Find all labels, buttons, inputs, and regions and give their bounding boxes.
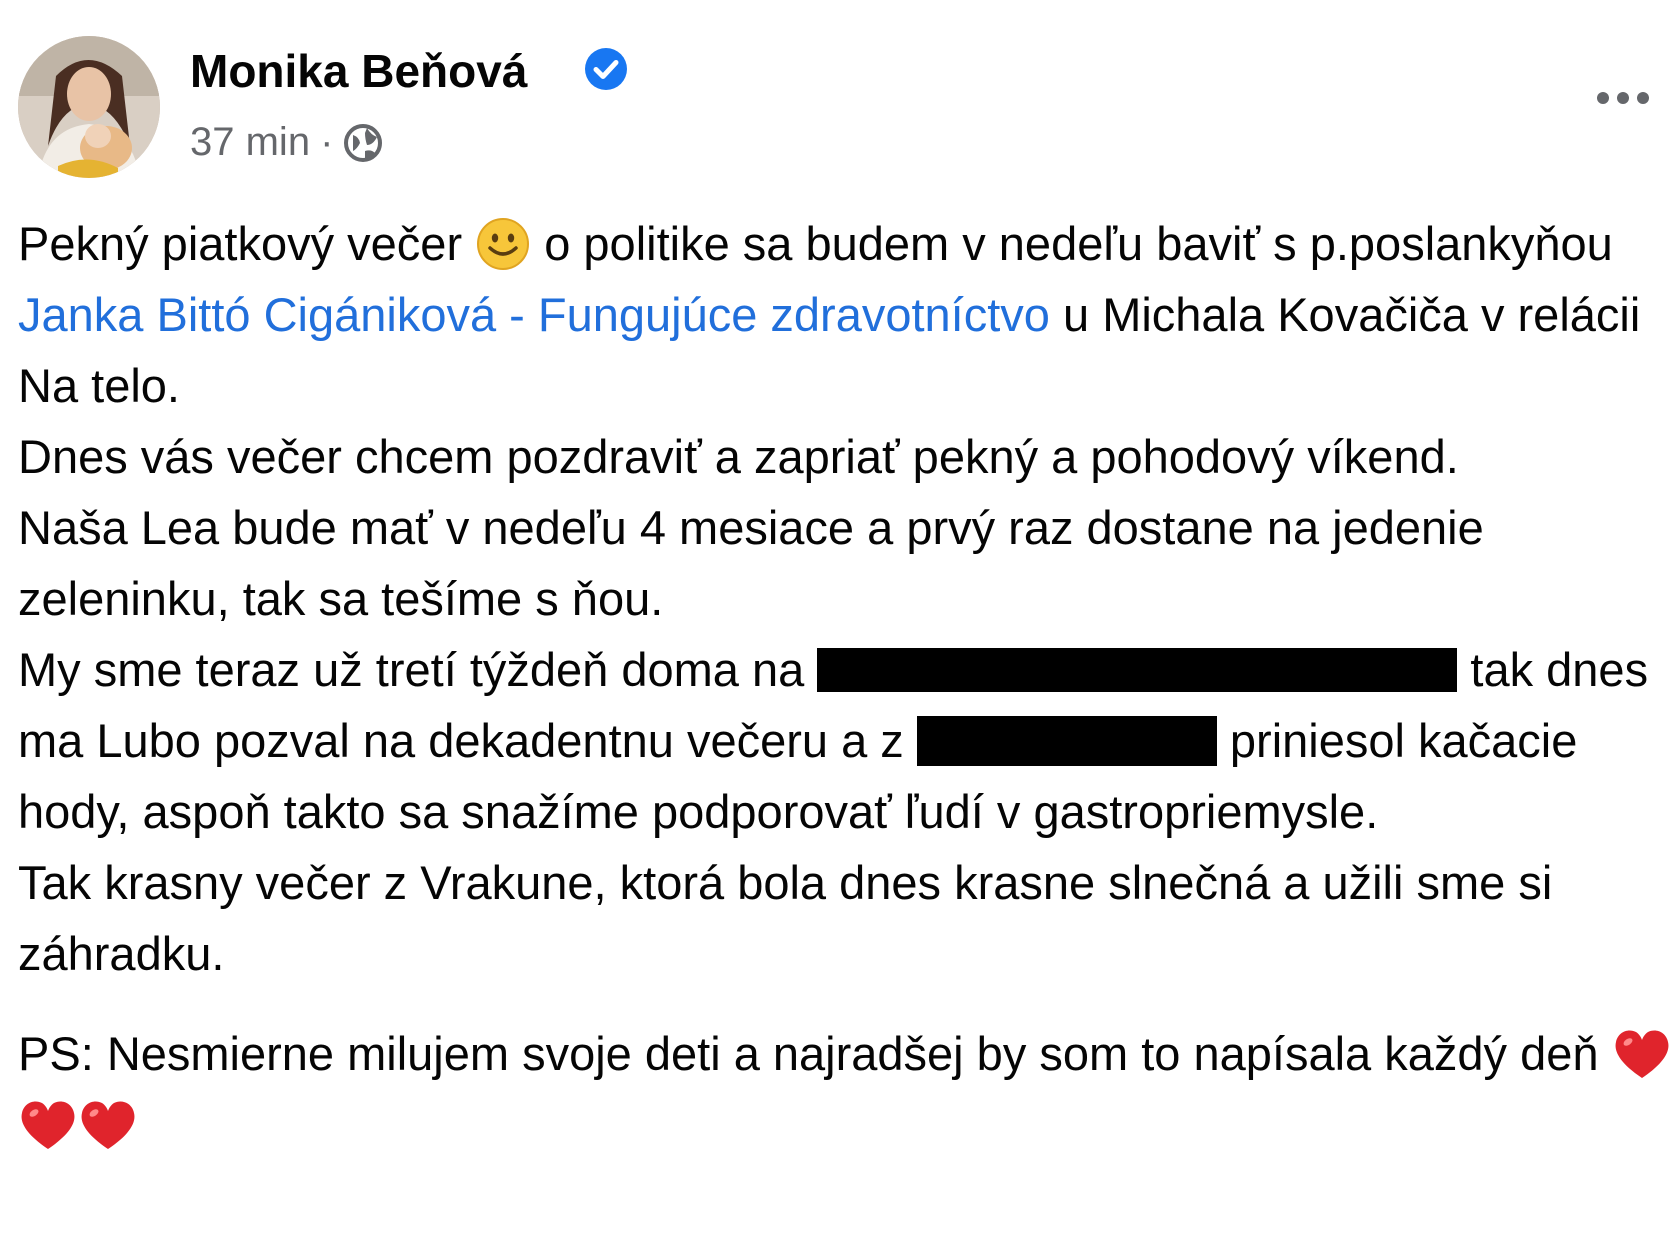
more-dot xyxy=(1637,92,1649,104)
more-dot xyxy=(1597,92,1609,104)
tagged-page-link[interactable]: Janka Bittó Cigániková - Fungujúce zdrav… xyxy=(18,288,1050,341)
verified-badge-icon xyxy=(585,48,627,90)
text-segment: Dnes vás večer chcem pozdraviť a zapriať… xyxy=(18,430,1459,483)
text-segment: PS: Nesmierne milujem svoje deti a najra… xyxy=(18,1027,1599,1080)
author-name[interactable]: Monika Beňová xyxy=(190,44,527,98)
red-heart-emoji xyxy=(81,1101,135,1149)
red-heart-emoji xyxy=(1615,1030,1669,1078)
post-body: Pekný piatkový večer o politike sa budem… xyxy=(18,208,1678,1160)
text-segment: Pekný piatkový večer xyxy=(18,217,463,270)
more-dot xyxy=(1617,92,1629,104)
globe-icon[interactable] xyxy=(343,123,383,163)
redaction-bar xyxy=(817,647,1458,692)
red-heart-emoji xyxy=(21,1101,75,1149)
more-options-icon[interactable] xyxy=(1588,76,1658,120)
meta-separator: · xyxy=(320,120,334,164)
avatar-photo xyxy=(18,36,160,178)
text-segment: o politike sa budem v nedeľu baviť s p.p… xyxy=(544,217,1613,270)
author-avatar[interactable] xyxy=(18,36,160,178)
text-segment: My sme teraz už tretí týždeň doma na xyxy=(18,643,805,696)
smiling-face-emoji xyxy=(477,217,530,270)
post-meta: 37 min · xyxy=(190,120,383,165)
post-text: Pekný piatkový večer o politike sa budem… xyxy=(18,208,1678,989)
text-segment: Tak krasny večer z Vrakune, ktorá bola d… xyxy=(18,856,1553,980)
post-postscript: PS: Nesmierne milujem svoje deti a najra… xyxy=(18,1018,1678,1160)
text-segment: Naša Lea bude mať v nedeľu 4 mesiace a p… xyxy=(18,501,1484,625)
redaction-bar xyxy=(916,715,1217,766)
post-header: Monika Beňová 37 min · xyxy=(18,36,1658,178)
post-timestamp[interactable]: 37 min xyxy=(190,120,310,165)
facebook-post: Monika Beňová 37 min · Pekný piatkový ve… xyxy=(0,0,1680,1260)
